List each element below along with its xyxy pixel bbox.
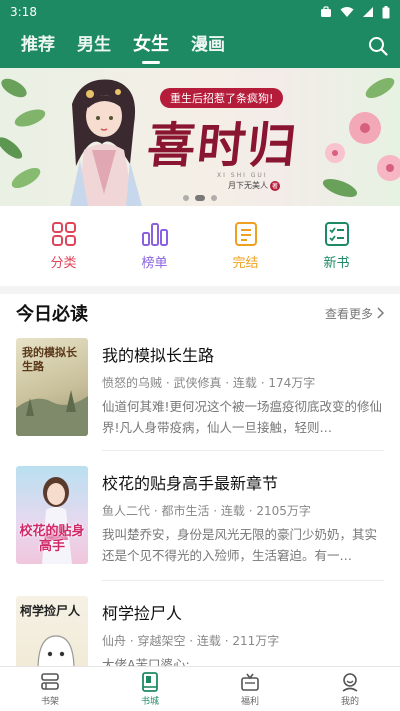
category-shortcuts: 分类 榜单 完结 新书 [0,206,400,286]
banner-author-line: 月下无美人 著 [228,180,280,191]
bottom-nav: 书架 书城 福利 我的 [0,666,400,711]
nav-label: 我的 [340,697,359,707]
promo-banner[interactable]: 重生后招惹了条疯狗! 喜时归 XI SHI GUI 月下无美人 著 [0,68,400,206]
book-cover[interactable]: 我的模拟长生路 [16,338,88,436]
category-classify[interactable]: 分类 [34,221,94,271]
nav-welfare[interactable]: 福利 [220,671,280,707]
book-description: 我叫楚乔安，身份是风光无限的豪门少奶奶，其实还是个见不得光的入殓师，生活窘迫。有… [102,527,378,563]
flower-decoration-right [322,77,400,198]
category-label: 榜单 [141,256,168,271]
cover-title: 柯学捡尸人 [20,604,81,618]
book-description: 仙道何其难!更何况这个被一场瘟疫彻底改变的修仙界!凡人身带疫病，仙人一旦接触，轻… [102,399,383,435]
notification-icon [321,6,331,17]
see-more-label: 查看更多 [324,306,373,321]
section-header: 今日必读 查看更多 [16,298,384,328]
chevron-right-icon [377,307,384,319]
signal-icon [363,7,373,17]
tab-male[interactable]: 男生 [66,24,122,68]
banner-pagination [0,195,400,201]
category-label: 分类 [50,256,77,271]
banner-title: 喜时归 [144,118,301,174]
book-title: 柯学捡尸人 [102,604,183,623]
grid-icon [51,222,76,246]
category-label: 新书 [323,256,350,271]
tv-gift-icon [241,673,259,691]
battery-icon [382,5,390,18]
book-meta: 仙舟 · 穿越架空 · 连载 · 211万字 [102,634,280,648]
section-title: 今日必读 [16,304,88,325]
status-time: 3:18 [10,5,37,19]
banner-author: 月下无美人 [228,181,268,190]
nav-profile[interactable]: 我的 [320,671,380,707]
profile-icon [342,673,358,692]
cover-title: 我的模拟长生路 [22,346,77,373]
book-meta: 愤怒的乌贼 · 武侠修真 · 连载 · 174万字 [102,376,316,390]
search-button[interactable] [364,32,392,60]
top-nav: 推荐 男生 女生 漫画 [0,24,400,68]
cover-title: 校花的贴身高手 [19,524,85,554]
status-icons [320,5,390,19]
search-icon [369,37,388,56]
nav-bookstore[interactable]: 书城 [120,671,180,707]
banner-dot[interactable] [195,195,205,201]
banner-pinyin: XI SHI GUI [217,172,268,179]
book-title: 我的模拟长生路 [102,346,215,365]
document-icon [234,222,257,246]
category-finished[interactable]: 完结 [216,221,276,271]
character-illustration [70,79,142,206]
tab-recommend[interactable]: 推荐 [10,24,66,68]
banner-tagline: 重生后招惹了条疯狗! [160,88,284,108]
book-meta: 鱼人二代 · 都市生活 · 连载 · 2105万字 [102,504,311,518]
tab-female[interactable]: 女生 [122,24,180,68]
nav-bookshelf[interactable]: 书架 [20,671,80,707]
bookshelf-icon [41,673,59,690]
wifi-icon [340,7,354,17]
section-divider [0,286,400,294]
list-separator [102,580,384,581]
category-new-books[interactable]: 新书 [307,221,367,271]
nav-label: 福利 [240,697,259,707]
tab-comics[interactable]: 漫画 [180,24,236,68]
book-icon [142,672,158,692]
book-item[interactable]: 校花的贴身高手 校花的贴身高手最新章节 鱼人二代 · 都市生活 · 连载 · 2… [16,466,384,566]
banner-dot[interactable] [183,195,189,201]
book-title: 校花的贴身高手最新章节 [102,474,279,493]
book-item[interactable]: 我的模拟长生路 我的模拟长生路 愤怒的乌贼 · 武侠修真 · 连载 · 174万… [16,338,384,438]
book-cover[interactable]: 校花的贴身高手 [16,466,88,564]
bar-chart-icon [141,223,168,246]
banner-dot[interactable] [211,195,217,201]
nav-label: 书架 [40,697,59,707]
see-more-link[interactable]: 查看更多 [325,305,384,322]
list-separator [102,450,384,451]
status-bar: 3:18 [0,0,400,24]
book-info: 校花的贴身高手最新章节 鱼人二代 · 都市生活 · 连载 · 2105万字 我叫… [102,466,384,566]
banner-author-badge: 著 [270,180,280,191]
category-ranking[interactable]: 榜单 [125,221,185,271]
checklist-icon [324,222,349,246]
category-label: 完结 [232,256,259,271]
book-info: 我的模拟长生路 愤怒的乌贼 · 武侠修真 · 连载 · 174万字 仙道何其难!… [102,338,384,438]
nav-label: 书城 [140,697,159,707]
